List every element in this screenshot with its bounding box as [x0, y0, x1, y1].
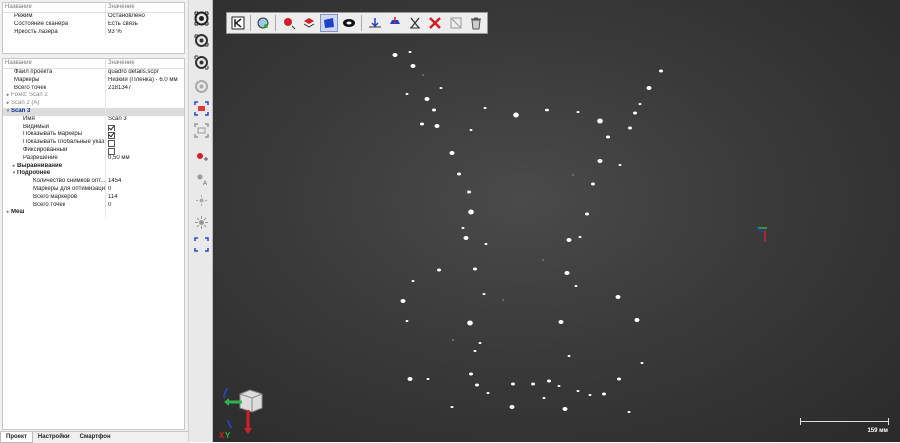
header-value[interactable]: Значение: [105, 59, 184, 68]
toolbar-separator: [361, 15, 363, 31]
light-icon[interactable]: [193, 192, 210, 209]
show-markers-checkbox[interactable]: [108, 132, 115, 140]
row-value: 93 %: [105, 28, 184, 37]
select-disabled-icon[interactable]: [193, 122, 210, 139]
row-name: Режим: [14, 13, 33, 19]
blue-shape-icon[interactable]: [319, 14, 339, 32]
tree-row-align[interactable]: ▸ Выравнивание: [3, 162, 184, 171]
tree-row-visible[interactable]: Видимый: [3, 123, 184, 132]
tree-row-total-points[interactable]: Всего точек 0: [3, 201, 184, 210]
tree-row-fixed-scan2[interactable]: ▸ Fixed: Scan 2: [3, 92, 184, 101]
tree-row-snapshots[interactable]: Количество снимков опт... 1454: [3, 178, 184, 186]
gizmo-x-label: X: [219, 431, 225, 440]
header-name[interactable]: Название: [3, 3, 105, 12]
plane-down-icon[interactable]: [365, 14, 383, 32]
zoom-fit-icon[interactable]: [254, 14, 272, 32]
marker-a-icon[interactable]: A: [193, 170, 210, 187]
top-toolbar: [226, 12, 488, 34]
scanner-status-panel: Название Значение Режим Остановлено Состо…: [2, 2, 185, 54]
tree-row-resolution[interactable]: Разрешение 0,50 мм: [3, 154, 184, 163]
exit-icon[interactable]: [229, 14, 247, 32]
header-name[interactable]: Название: [3, 59, 105, 68]
scan-icon[interactable]: [193, 10, 210, 27]
trash-icon[interactable]: [467, 14, 485, 32]
table-row[interactable]: Состояние сканера Есть связь: [3, 20, 184, 29]
marker-red-icon[interactable]: [193, 148, 210, 165]
gizmo-y-label: Y: [225, 431, 231, 440]
3d-viewport[interactable]: X Y 159 мм: [213, 0, 900, 442]
tree-row-details[interactable]: ▾ Подробнее: [3, 170, 184, 179]
tree-row-file[interactable]: Файл проекта quadro details.scpr: [3, 69, 184, 77]
layers-icon[interactable]: [300, 14, 318, 32]
header-value[interactable]: Значение: [105, 3, 184, 12]
bottom-tabs: Проект Настройки Смартфон: [0, 431, 188, 443]
tree-row-points[interactable]: Всего точек 2181347: [3, 84, 184, 93]
tree-row-name[interactable]: Имя Scan 3: [3, 115, 184, 124]
table-header: Название Значение: [3, 59, 184, 69]
toolbar-separator: [275, 15, 277, 31]
row-value: Есть связь: [105, 20, 184, 29]
tree-row-opt-markers[interactable]: Маркеры для оптимизации 0: [3, 185, 184, 194]
table-header: Название Значение: [3, 3, 184, 13]
tab-settings[interactable]: Настройки: [33, 432, 75, 443]
scan-settings-2-icon[interactable]: [193, 54, 210, 71]
red-dot-icon[interactable]: [279, 14, 297, 32]
select-region-icon[interactable]: [193, 100, 210, 117]
table-row[interactable]: Яркость лазера 93 %: [3, 28, 184, 37]
fixed-checkbox[interactable]: [108, 147, 115, 155]
tree-row-scan2a[interactable]: ▸ Scan 2 (A): [3, 100, 184, 108]
scale-bar-label: 159 мм: [867, 428, 888, 434]
tab-project[interactable]: Проект: [0, 432, 33, 443]
target-disabled-icon[interactable]: [193, 78, 210, 95]
tree-row-total-markers[interactable]: Всего маркеров 114: [3, 193, 184, 202]
svg-text:A: A: [203, 181, 207, 187]
tab-smartphone[interactable]: Смартфон: [75, 432, 116, 443]
black-ring-icon[interactable]: [340, 14, 358, 32]
row-name: Яркость лазера: [14, 28, 58, 35]
frame-select-icon[interactable]: [193, 236, 210, 253]
tree-row-markers[interactable]: Маркеры Низкий (Пленка) - 6.0 мм: [3, 76, 184, 85]
vertical-toolbar: A: [188, 0, 213, 442]
tree-row-mesh[interactable]: ▸ Меш: [3, 209, 184, 218]
point-cloud-markers: [392, 51, 663, 413]
scan-settings-icon[interactable]: [193, 32, 210, 49]
toolbar-separator: [250, 15, 252, 31]
tree-row-show-global[interactable]: Показывать глобальные указ...: [3, 139, 184, 147]
tree-row-fixed-prop[interactable]: Фиксированный: [3, 146, 184, 155]
axis-indicator-icon: [756, 227, 767, 242]
row-value: Остановлено: [105, 13, 184, 21]
cut-icon[interactable]: [406, 14, 424, 32]
plane-fix-icon[interactable]: [386, 14, 404, 32]
tree-row-scan3[interactable]: ▾ Scan 3: [3, 107, 184, 116]
tree-row-show-markers[interactable]: Показывать маркеры: [3, 131, 184, 140]
row-name: Состояние сканера: [14, 20, 69, 27]
visible-checkbox[interactable]: [108, 124, 115, 132]
project-tree-panel: Название Значение Файл проекта quadro det…: [2, 58, 185, 430]
table-row[interactable]: Режим Остановлено: [3, 13, 184, 21]
red-cut-icon[interactable]: [426, 14, 444, 32]
scale-bar: 159 мм: [800, 417, 890, 437]
show-global-checkbox[interactable]: [108, 140, 115, 147]
disabled-icon[interactable]: [446, 14, 464, 32]
left-panel: Название Значение Режим Остановлено Состо…: [0, 0, 188, 443]
sun-icon[interactable]: [193, 214, 210, 231]
